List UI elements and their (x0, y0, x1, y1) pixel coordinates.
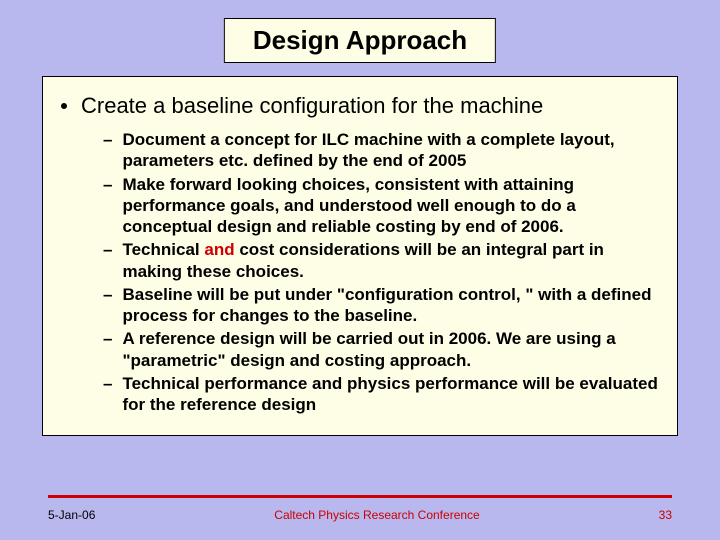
sub-bullet-text: Baseline will be put under "configuratio… (122, 284, 659, 327)
sub-bullet-text: Technical and cost considerations will b… (122, 239, 659, 282)
sub-bullet: – A reference design will be carried out… (103, 328, 659, 371)
dash-icon: – (103, 129, 112, 150)
sub-bullet-list: – Document a concept for ILC machine wit… (61, 129, 659, 415)
content-box: Create a baseline configuration for the … (42, 76, 678, 436)
footer-divider (48, 495, 672, 498)
dash-icon: – (103, 174, 112, 195)
dash-icon: – (103, 373, 112, 394)
sub-bullet-text: Document a concept for ILC machine with … (122, 129, 659, 172)
footer-center: Caltech Physics Research Conference (95, 508, 658, 522)
main-bullet: Create a baseline configuration for the … (61, 93, 659, 119)
sub-bullet: – Baseline will be put under "configurat… (103, 284, 659, 327)
sub-bullet: – Make forward looking choices, consiste… (103, 174, 659, 238)
slide-title: Design Approach (224, 18, 496, 63)
footer-page-number: 33 (659, 508, 672, 522)
slide-footer: 5-Jan-06 Caltech Physics Research Confer… (0, 495, 720, 522)
sub-bullet: – Technical and cost considerations will… (103, 239, 659, 282)
dash-icon: – (103, 239, 112, 260)
sub-bullet: – Document a concept for ILC machine wit… (103, 129, 659, 172)
title-text: Design Approach (253, 25, 467, 55)
bullet-dot-icon (61, 103, 67, 109)
sub-bullet-text: A reference design will be carried out i… (122, 328, 659, 371)
dash-icon: – (103, 284, 112, 305)
main-bullet-text: Create a baseline configuration for the … (81, 93, 543, 119)
sub-bullet-text: Make forward looking choices, consistent… (122, 174, 659, 238)
footer-row: 5-Jan-06 Caltech Physics Research Confer… (48, 508, 672, 522)
dash-icon: – (103, 328, 112, 349)
footer-date: 5-Jan-06 (48, 508, 95, 522)
sub-bullet-text: Technical performance and physics perfor… (122, 373, 659, 416)
sub-bullet: – Technical performance and physics perf… (103, 373, 659, 416)
